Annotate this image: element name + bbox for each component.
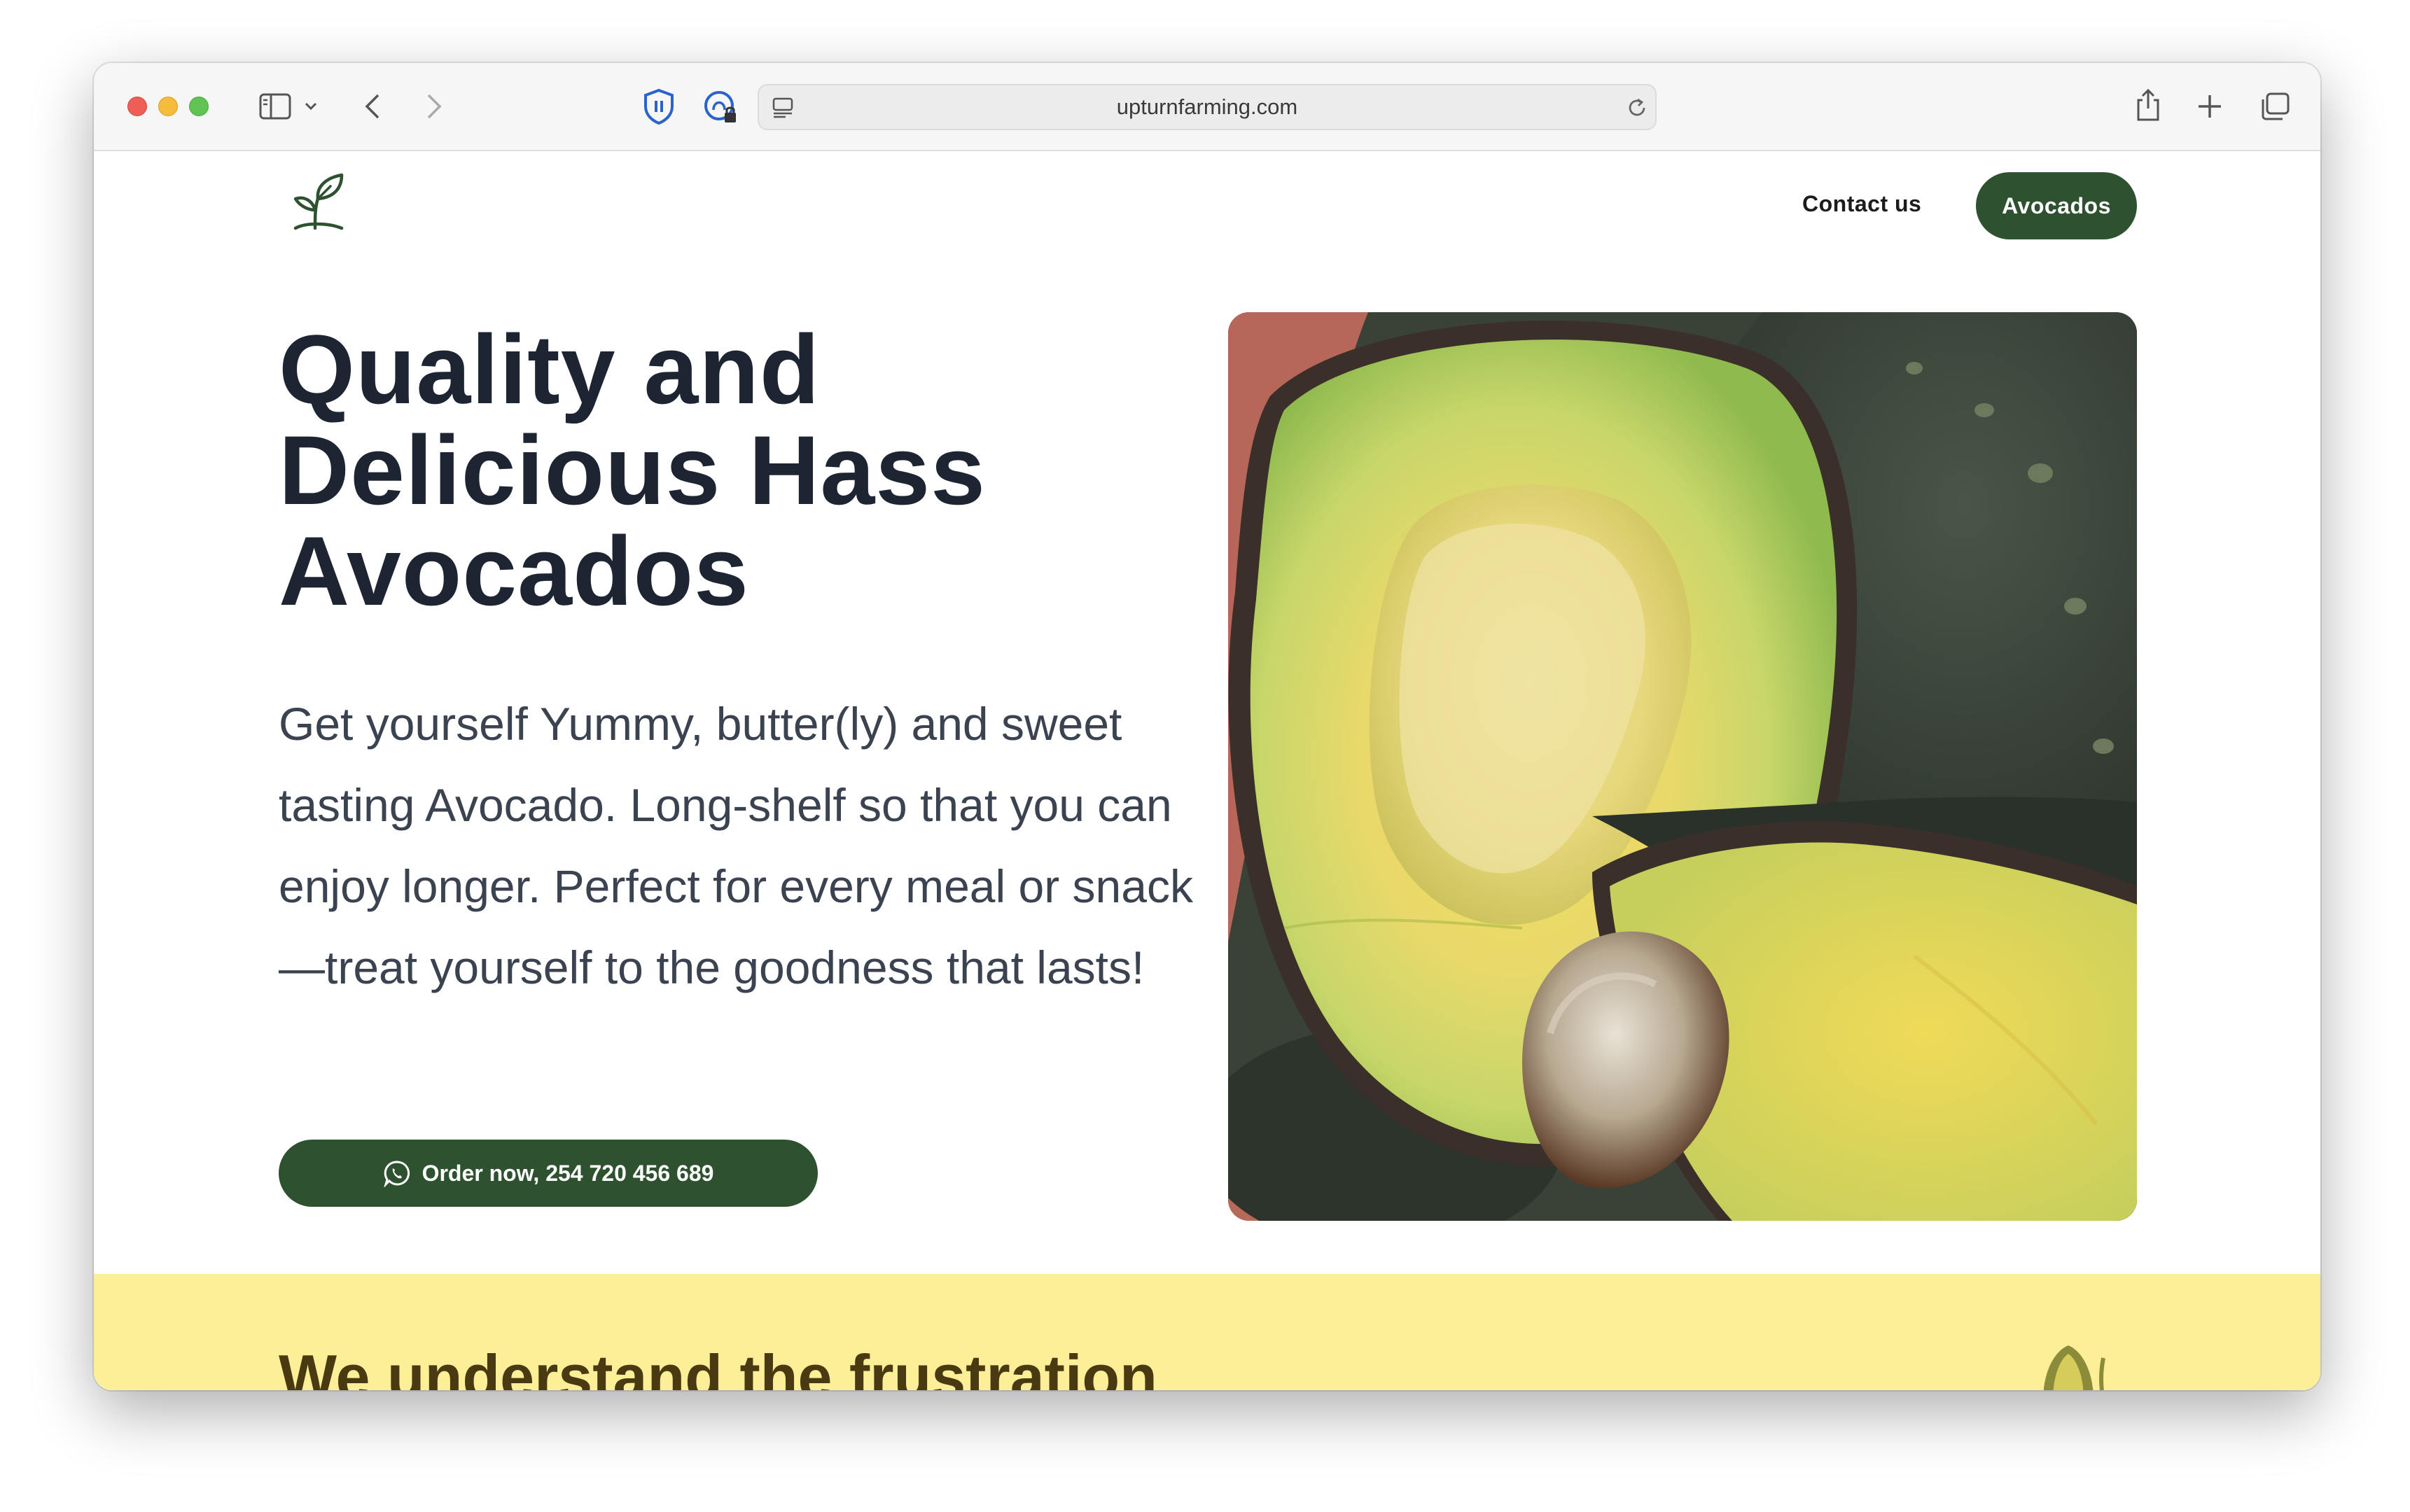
whatsapp-icon [383, 1159, 411, 1187]
avocado-photo [1228, 312, 2137, 1221]
forward-icon[interactable] [420, 90, 448, 123]
hero-title-line: Delicious Hass [279, 415, 986, 525]
hero-title-line: Avocados [279, 516, 749, 626]
browser-toolbar: upturnfarming.com [94, 63, 2320, 151]
web-page: Contact us Avocados Quality and Deliciou… [94, 151, 2320, 1390]
address-bar[interactable]: upturnfarming.com [758, 84, 1657, 130]
shield-icon[interactable] [641, 87, 676, 126]
nav-avocados-button[interactable]: Avocados [1976, 172, 2137, 239]
minimize-window-button[interactable] [158, 97, 178, 116]
maximize-window-button[interactable] [189, 97, 209, 116]
browser-window: upturnfarming.com Contact us Avocados Qu… [94, 63, 2320, 1390]
nav-contact-us[interactable]: Contact us [1802, 186, 1921, 221]
close-window-button[interactable] [127, 97, 147, 116]
sidebar-icon[interactable] [258, 91, 293, 122]
back-icon[interactable] [358, 90, 386, 123]
plus-icon[interactable] [2194, 91, 2225, 122]
sprout-logo-icon[interactable] [290, 171, 346, 231]
order-button-label: Order now, 254 720 456 689 [422, 1160, 714, 1186]
reload-icon[interactable] [1624, 95, 1650, 120]
url-text: upturnfarming.com [1116, 94, 1298, 119]
chevron-down-icon[interactable] [302, 97, 319, 116]
order-now-button[interactable]: Order now, 254 720 456 689 [279, 1140, 818, 1207]
privacy-report-icon[interactable] [702, 88, 741, 127]
problem-section-title: We understand the frustration [279, 1342, 1157, 1390]
avocado-illustration-icon [2033, 1344, 2117, 1390]
tabs-icon[interactable] [2257, 90, 2292, 123]
hero-description: Get yourself Yummy, butter(ly) and sweet… [279, 698, 1193, 993]
share-icon[interactable] [2131, 85, 2165, 125]
hero-title-line: Quality and [279, 314, 821, 424]
hero-title: Quality and Delicious Hass Avocados [279, 319, 1189, 622]
